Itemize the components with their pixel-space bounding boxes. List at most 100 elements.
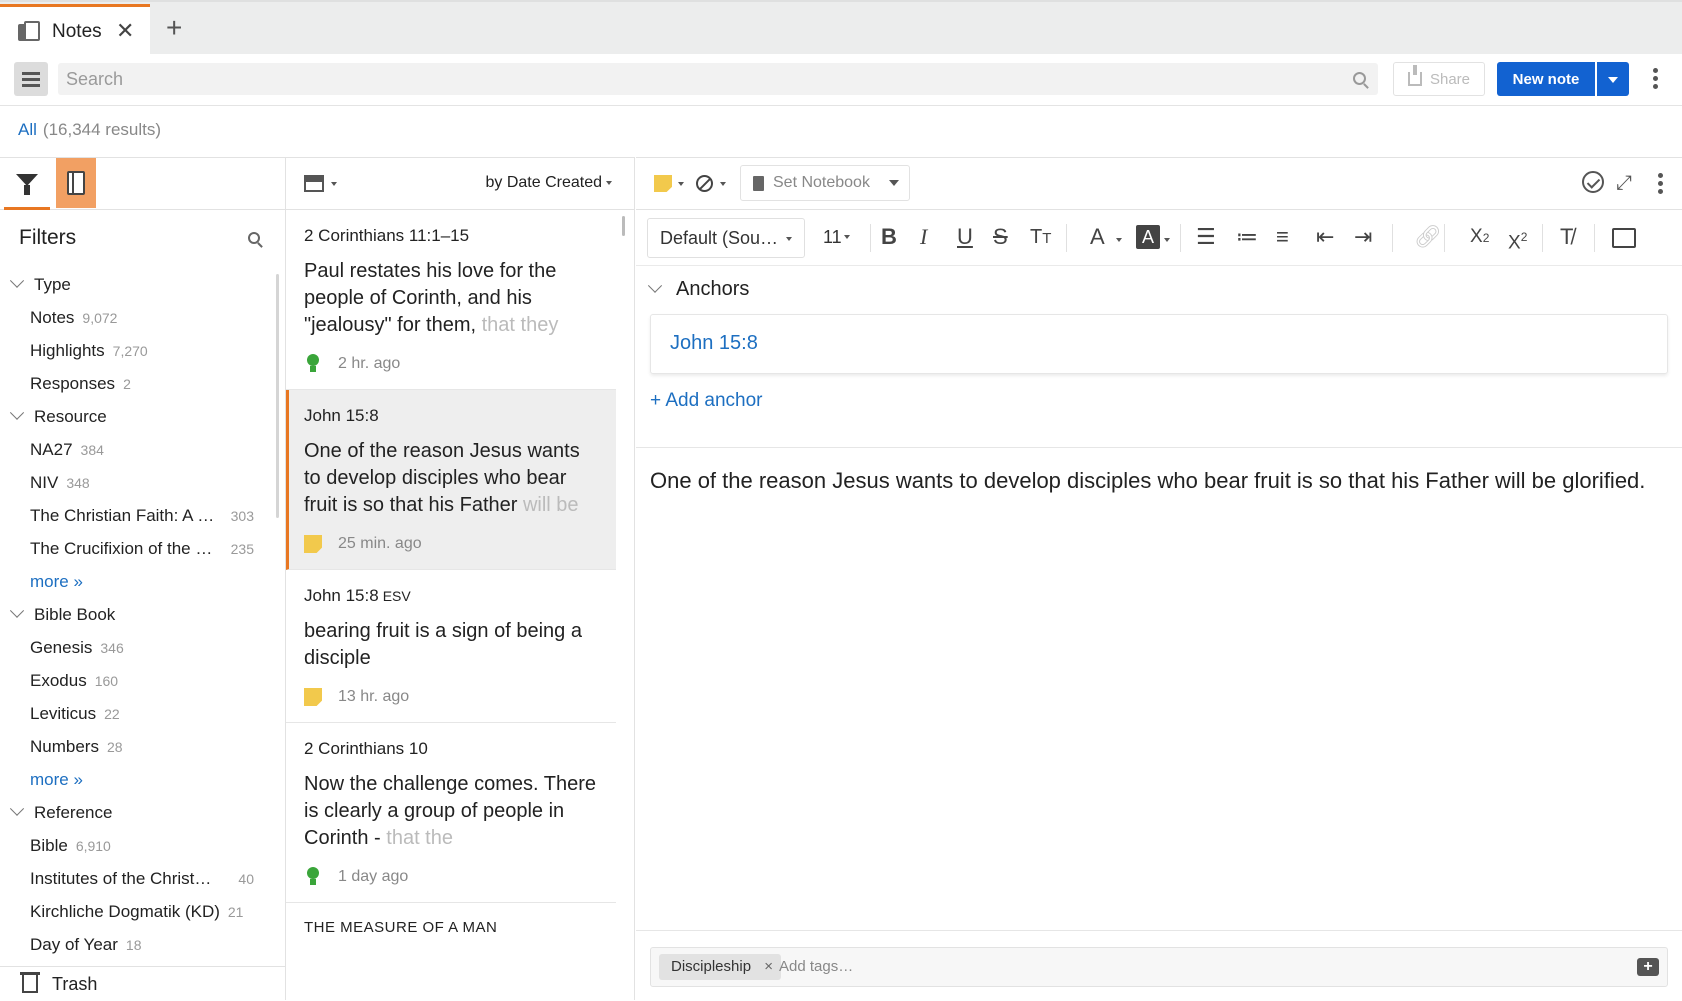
sort-dropdown[interactable]: by Date Created — [485, 174, 612, 192]
anchors-section-header[interactable]: Anchors — [647, 278, 749, 301]
scope-all-link[interactable]: All — [18, 120, 37, 139]
tab-title: Notes — [52, 20, 102, 42]
close-tab-icon[interactable]: ✕ — [116, 20, 134, 42]
tab-notes[interactable]: Notes ✕ — [0, 4, 150, 56]
note-meta: 1 day ago — [304, 852, 598, 902]
menu-button[interactable] — [14, 62, 48, 96]
filter-panel: Filters Type Notes 9,072 Highlights 7,270 … — [0, 157, 286, 1000]
filter-item[interactable]: Leviticus 22 — [0, 697, 280, 730]
more-options-icon[interactable] — [1653, 68, 1659, 92]
sticky-note-icon — [304, 535, 322, 553]
align-icon[interactable]: ☰ — [1196, 224, 1216, 250]
panel-tabs — [0, 158, 285, 210]
set-notebook-dropdown[interactable]: Set Notebook — [740, 165, 910, 201]
filter-scrollbar[interactable] — [276, 274, 279, 518]
chevron-down-icon[interactable] — [331, 182, 337, 186]
anchor-card: John 15:8 — [650, 314, 1668, 374]
numbered-list-icon[interactable]: ≡ — [1276, 224, 1289, 250]
expand-icon[interactable]: ⤢ — [1616, 172, 1632, 195]
check-circle-icon[interactable] — [1582, 171, 1604, 193]
link-icon[interactable]: 🔗︎ — [1414, 224, 1442, 250]
search-icon[interactable] — [1353, 72, 1366, 85]
bold-icon[interactable]: B — [881, 224, 897, 250]
add-anchor-link[interactable]: + Add anchor — [650, 390, 763, 412]
font-size-select[interactable]: 11 — [823, 227, 850, 248]
clear-formatting-icon[interactable]: T̸ — [1560, 224, 1573, 250]
trash-item[interactable]: Trash — [0, 966, 285, 1001]
filter-group-bible-book[interactable]: Bible Book — [0, 598, 280, 631]
tag-placeholder[interactable]: Add tags… — [779, 958, 853, 975]
chevron-down-icon[interactable] — [1164, 238, 1170, 242]
list-scrollbar[interactable] — [622, 216, 625, 236]
note-content[interactable]: One of the reason Jesus wants to develop… — [650, 466, 1660, 496]
search-input[interactable] — [66, 69, 1346, 90]
subscript-icon[interactable]: X2 — [1470, 224, 1489, 251]
result-count: (16,344 results) — [42, 120, 162, 139]
filter-group-type[interactable]: Type — [0, 268, 280, 301]
underline-icon[interactable]: U — [957, 224, 973, 250]
note-card[interactable]: 2 Corinthians 11:1–15 Paul restates his … — [286, 210, 616, 390]
filter-item[interactable]: Kirchliche Dogmatik (KD) 21 — [0, 895, 280, 928]
superscript-icon[interactable]: X2 — [1508, 224, 1527, 256]
chevron-down-icon[interactable] — [678, 182, 684, 186]
more-link[interactable]: more » — [0, 565, 280, 598]
filter-search-icon[interactable] — [248, 232, 260, 244]
remove-tag-icon[interactable]: × — [764, 954, 773, 980]
no-highlight-icon[interactable] — [696, 175, 713, 192]
text-case-icon[interactable]: TT — [1030, 224, 1051, 252]
italic-icon[interactable]: I — [920, 224, 927, 250]
insert-image-icon[interactable] — [1612, 228, 1636, 248]
filter-item[interactable]: Bible 6,910 — [0, 829, 280, 862]
filter-group-reference[interactable]: Reference — [0, 796, 280, 829]
filter-group-resource[interactable]: Resource — [0, 400, 280, 433]
note-card-selected[interactable]: John 15:8 One of the reason Jesus wants … — [286, 390, 616, 570]
new-note-button[interactable]: New note — [1497, 62, 1595, 96]
filter-item[interactable]: Numbers 28 — [0, 730, 280, 763]
more-link[interactable]: more » — [0, 763, 280, 796]
layout-icon[interactable] — [304, 175, 324, 192]
filter-item[interactable]: NA27 384 — [0, 433, 280, 466]
filter-item[interactable]: The Crucifixion of the … 235 — [0, 532, 280, 565]
filter-item[interactable]: Exodus 160 — [0, 664, 280, 697]
note-card[interactable]: John 15:8 ESV bearing fruit is a sign of … — [286, 570, 616, 723]
chevron-down-icon[interactable] — [720, 182, 726, 186]
note-reference: John 15:8 — [304, 406, 379, 425]
filter-item[interactable]: Responses 2 — [0, 367, 280, 400]
add-tab-icon[interactable]: + — [166, 14, 182, 42]
chevron-down-icon — [647, 278, 663, 293]
divider — [636, 447, 1682, 448]
chevron-down-icon[interactable] — [1116, 238, 1122, 242]
tag-chip: Discipleship × — [659, 954, 782, 980]
indent-icon[interactable]: ⇥ — [1354, 224, 1372, 250]
font-color-icon[interactable]: A — [1090, 224, 1105, 250]
note-style-icon[interactable] — [654, 175, 672, 192]
font-select[interactable]: Default (Sou… — [647, 218, 805, 258]
strikethrough-icon[interactable]: S — [993, 224, 1008, 250]
filter-item[interactable]: NIV 348 — [0, 466, 280, 499]
highlight-color-icon[interactable]: A — [1136, 225, 1160, 249]
bulb-icon — [306, 354, 320, 374]
toolbar: Share New note — [0, 54, 1682, 106]
new-note-dropdown-button[interactable] — [1597, 62, 1629, 96]
filter-item[interactable]: Day of Year 18 — [0, 928, 280, 961]
more-options-icon[interactable] — [1658, 173, 1664, 197]
notebook-icon — [753, 175, 764, 191]
filter-item[interactable]: The Christian Faith: A … 303 — [0, 499, 280, 532]
tab-filters[interactable] — [4, 158, 50, 210]
trash-icon — [20, 972, 40, 993]
filter-item[interactable]: Notes 9,072 — [0, 301, 280, 334]
bullet-list-icon[interactable]: ≔ — [1236, 224, 1258, 250]
note-reference: 2 Corinthians 10 — [304, 739, 428, 758]
outdent-icon[interactable]: ⇤ — [1316, 224, 1334, 250]
note-preview: bearing fruit is a sign of being a disci… — [304, 620, 582, 669]
note-card[interactable]: THE MEASURE OF A MAN — [286, 903, 616, 936]
anchor-link[interactable]: John 15:8 — [670, 332, 758, 355]
note-card[interactable]: 2 Corinthians 10 Now the challenge comes… — [286, 723, 616, 903]
add-tag-icon[interactable]: + — [1637, 958, 1659, 976]
filter-item[interactable]: Genesis 346 — [0, 631, 280, 664]
filter-item[interactable]: Highlights 7,270 — [0, 334, 280, 367]
share-button[interactable]: Share — [1393, 62, 1485, 96]
tag-input[interactable]: Discipleship × Add tags… + — [650, 947, 1668, 987]
tab-notebooks[interactable] — [56, 158, 96, 208]
filter-item[interactable]: Institutes of the Christi… 40 — [0, 862, 280, 895]
